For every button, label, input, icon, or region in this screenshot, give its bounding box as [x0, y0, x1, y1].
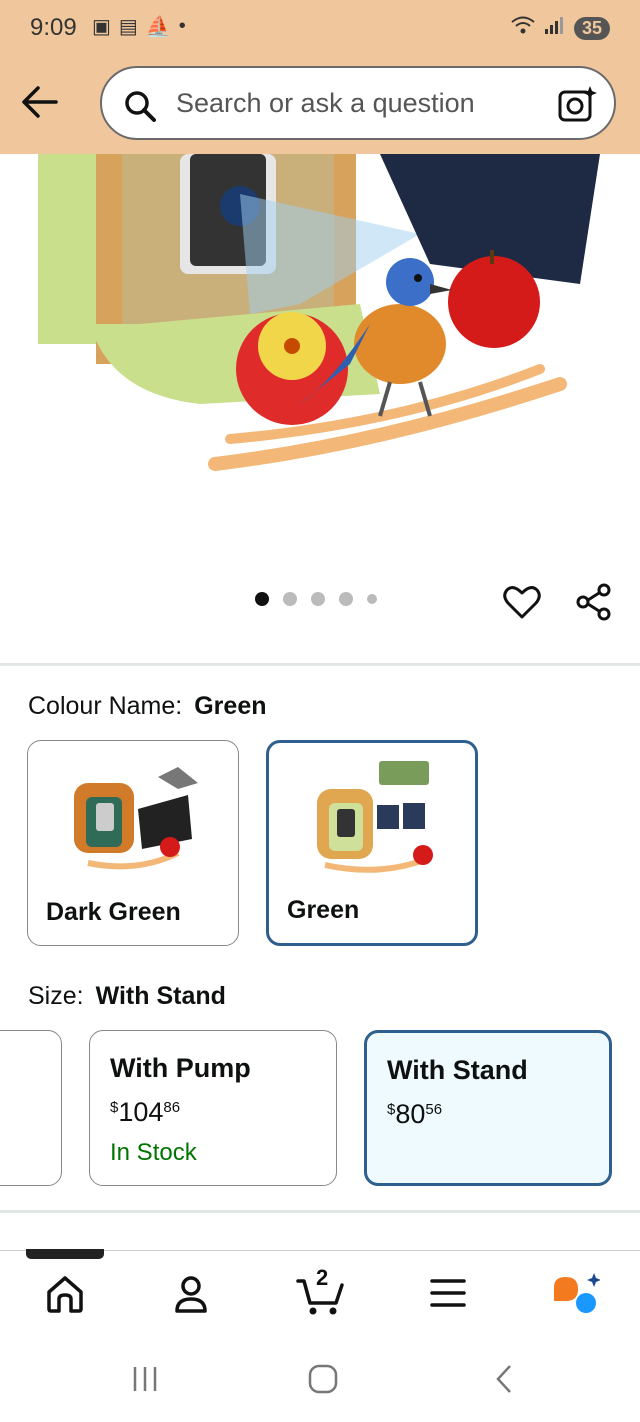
screenshot-icon: ▣ — [92, 16, 111, 38]
colour-option-label: Green — [287, 896, 360, 924]
status-bar: 9:09 ▣ ▤ ⛵ • 35 — [0, 0, 640, 58]
system-navigation-bar — [0, 1342, 640, 1422]
section-divider — [0, 663, 640, 666]
search-input[interactable]: Search or ask a question — [176, 88, 475, 119]
size-option-label: With Stand — [387, 1055, 528, 1085]
currency-symbol: $ — [387, 1101, 396, 1118]
rufus-assistant-icon — [554, 1273, 601, 1313]
person-icon — [175, 1276, 207, 1313]
price-fraction: 56 — [425, 1101, 443, 1118]
signal-icon — [544, 15, 566, 41]
home-icon — [47, 1276, 83, 1313]
notification-icons: ▣ ▤ ⛵ • — [92, 14, 186, 39]
active-tab-indicator — [26, 1249, 104, 1259]
nav-account[interactable] — [170, 1273, 212, 1320]
selected-size: With Stand — [95, 982, 226, 1010]
price-fraction: 86 — [163, 1099, 181, 1116]
colour-option-dark-green[interactable]: Dark Green — [27, 740, 239, 946]
pagination-dot[interactable] — [367, 594, 377, 604]
size-option-partial[interactable] — [0, 1030, 62, 1186]
colour-label-text: Colour Name: — [28, 692, 183, 720]
image-pagination[interactable] — [255, 592, 377, 606]
wishlist-button[interactable] — [502, 582, 542, 627]
bird-feeder-image — [38, 154, 600, 471]
size-label-text: Size: — [28, 982, 84, 1010]
product-image[interactable] — [0, 154, 640, 574]
nav-rufus-assistant[interactable] — [550, 1271, 601, 1322]
colour-selector-label: Colour Name: Green — [28, 692, 267, 721]
back-arrow-icon — [22, 86, 58, 118]
nav-menu[interactable] — [430, 1277, 466, 1314]
search-icon — [125, 91, 156, 122]
more-dot-icon: • — [178, 15, 186, 37]
price-whole: 104 — [118, 1097, 164, 1127]
boat-icon: ⛵ — [145, 16, 171, 38]
size-option-label: With Pump — [110, 1053, 251, 1083]
header: 9:09 ▣ ▤ ⛵ • 35 Search or ask a question — [0, 0, 640, 154]
colour-option-label: Dark Green — [46, 898, 181, 926]
share-button[interactable] — [574, 582, 614, 627]
bottom-navigation: 2 — [0, 1250, 640, 1343]
dark-green-thumbnail — [74, 767, 198, 870]
recent-apps-icon[interactable] — [130, 1364, 160, 1394]
stock-status: In Stock — [110, 1139, 197, 1166]
size-option-price: $10486 — [110, 1097, 180, 1128]
system-icons: 35 — [510, 14, 610, 42]
back-button[interactable] — [18, 82, 62, 122]
price-whole: 80 — [395, 1099, 426, 1129]
section-divider — [0, 1210, 640, 1213]
home-system-icon[interactable] — [307, 1363, 339, 1395]
news-icon: ▤ — [118, 16, 138, 38]
size-option-with-stand[interactable]: With Stand $8056 — [364, 1030, 612, 1186]
wifi-icon — [510, 14, 536, 42]
share-icon — [576, 583, 611, 621]
cart-count: 2 — [316, 1265, 329, 1290]
battery-indicator: 35 — [573, 16, 610, 40]
pagination-dot[interactable] — [255, 592, 269, 606]
pagination-dot[interactable] — [283, 592, 297, 606]
pagination-dot[interactable] — [339, 592, 353, 606]
nav-home[interactable] — [44, 1273, 86, 1320]
menu-icon — [430, 1279, 466, 1307]
nav-cart[interactable]: 2 — [296, 1265, 346, 1322]
camera-search-icon[interactable] — [556, 84, 598, 126]
green-thumbnail — [317, 761, 433, 873]
heart-icon — [503, 586, 541, 619]
size-selector-label: Size: With Stand — [28, 982, 226, 1011]
search-bar[interactable]: Search or ask a question — [100, 66, 616, 140]
status-time: 9:09 — [30, 14, 77, 41]
size-option-with-pump[interactable]: With Pump $10486 In Stock — [89, 1030, 337, 1186]
currency-symbol: $ — [110, 1099, 119, 1116]
selected-colour: Green — [194, 692, 267, 720]
colour-option-green[interactable]: Green — [266, 740, 478, 946]
back-system-icon[interactable] — [492, 1363, 516, 1395]
size-option-price: $8056 — [387, 1099, 442, 1130]
pagination-dot[interactable] — [311, 592, 325, 606]
